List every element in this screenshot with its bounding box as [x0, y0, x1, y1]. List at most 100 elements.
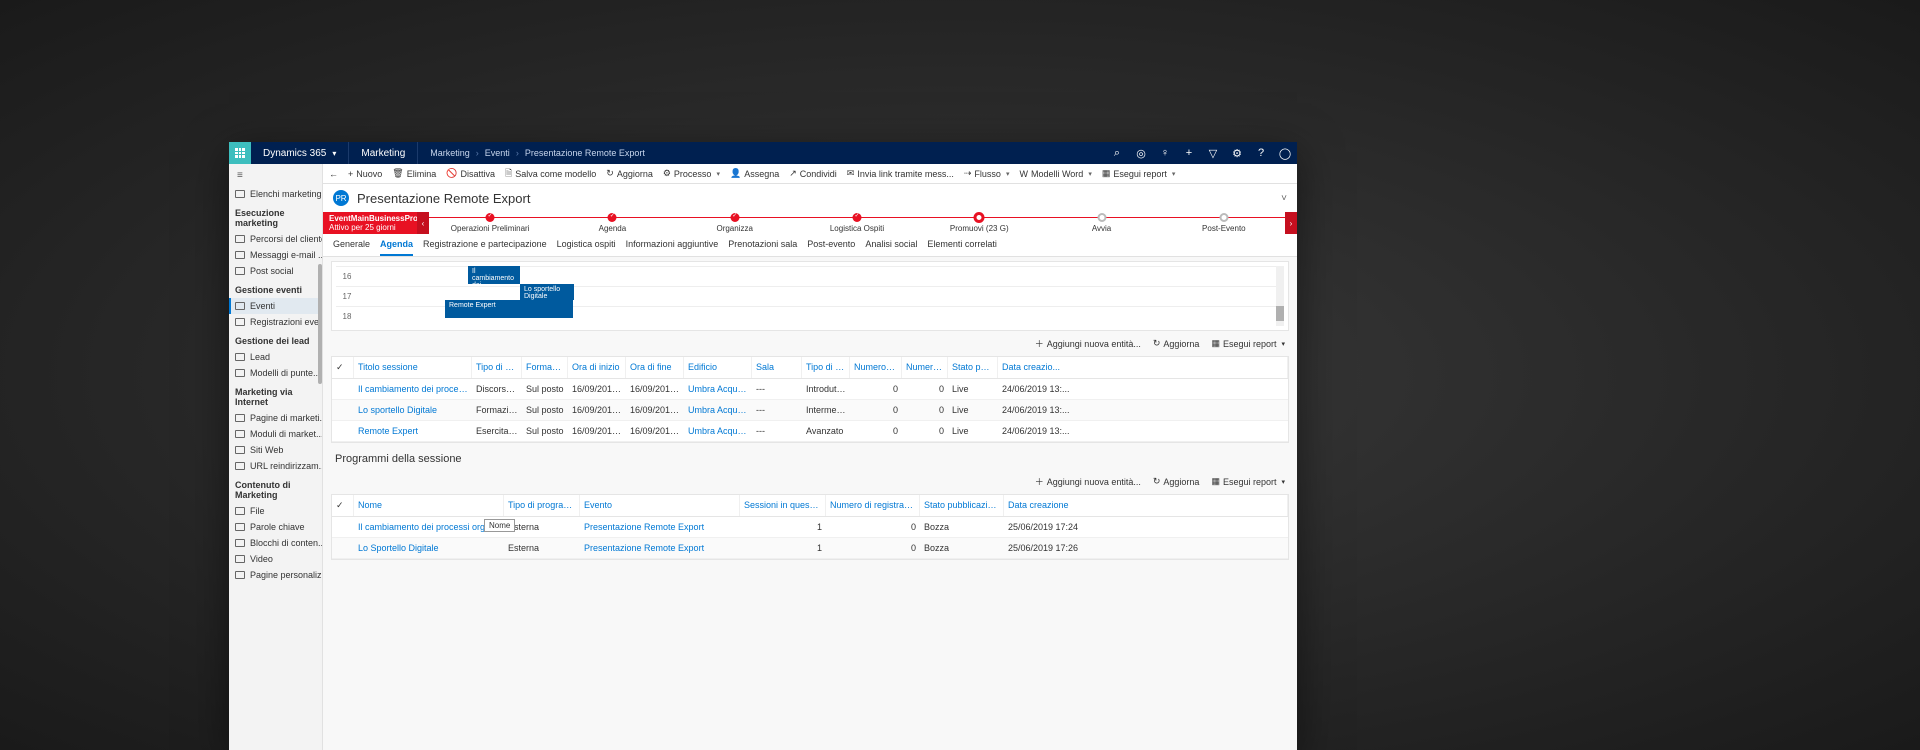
column-header[interactable]: Numero ... — [902, 357, 948, 378]
column-header[interactable]: Edificio — [684, 357, 752, 378]
sidebar-item[interactable]: Elenchi marketing — [229, 186, 322, 202]
command-button[interactable]: 👤Assegna — [730, 168, 779, 179]
form-tab[interactable]: Logistica ospiti — [557, 234, 616, 256]
column-header[interactable]: Tipo di p... — [802, 357, 850, 378]
command-button[interactable]: 🚫Disattiva — [446, 168, 495, 179]
form-tab[interactable]: Elementi correlati — [927, 234, 997, 256]
cell-name[interactable]: Lo Sportello Digitale — [354, 538, 504, 558]
sidebar-item[interactable]: URL reindirizzam... — [229, 458, 322, 474]
bpf-stage[interactable]: Promuovi (23 G) — [918, 212, 1040, 234]
column-header[interactable]: Tipo di s... — [472, 357, 522, 378]
table-row[interactable]: Il cambiamento dei processi organizzativ… — [332, 379, 1288, 400]
sidebar-toggle[interactable]: ≡ — [229, 164, 322, 186]
bpf-stage[interactable]: Operazioni Preliminari — [429, 212, 551, 234]
sidebar-item[interactable]: Lead — [229, 349, 322, 365]
table-row[interactable]: Remote Expert Esercitazion... Sul posto … — [332, 421, 1288, 442]
cell-event[interactable]: Presentazione Remote Export — [580, 538, 740, 558]
column-header[interactable]: Evento — [580, 495, 740, 516]
bpf-prev[interactable]: ‹ — [417, 212, 429, 234]
sidebar-item[interactable]: Percorsi del cliente — [229, 231, 322, 247]
bpf-label[interactable]: EventMainBusinessProce... Attivo per 25 … — [323, 212, 417, 234]
app-launcher[interactable] — [229, 142, 251, 164]
command-button[interactable]: ▦Esegui report — [1102, 168, 1176, 179]
add-new-button[interactable]: ＋Aggiungi nuova entità... — [1035, 475, 1141, 488]
table-row[interactable]: Il cambiamento dei processi organizzativ… — [332, 517, 1288, 538]
row-checkbox[interactable] — [332, 517, 354, 537]
column-header[interactable]: Stato pubblicazione — [920, 495, 1004, 516]
sidebar-item[interactable]: Siti Web — [229, 442, 322, 458]
sidebar-item[interactable]: Blocchi di conten... — [229, 535, 322, 551]
command-button[interactable]: ← — [329, 169, 338, 179]
bpf-stage[interactable]: Agenda — [551, 212, 673, 234]
column-header[interactable]: Nome — [354, 495, 504, 516]
command-button[interactable]: ↗Condividi — [789, 168, 837, 179]
column-header[interactable]: Sessioni in questo pr... — [740, 495, 826, 516]
command-button[interactable]: ⚙Processo — [663, 168, 720, 179]
command-button[interactable]: ✉Invia link tramite mess... — [847, 168, 954, 179]
breadcrumb-item[interactable]: Marketing — [430, 148, 470, 158]
sidebar-item[interactable]: Moduli di market... — [229, 426, 322, 442]
column-header[interactable]: Ora di inizio — [568, 357, 626, 378]
calendar-scrollbar[interactable] — [1276, 266, 1284, 326]
task-icon[interactable]: ◎ — [1129, 142, 1153, 164]
cell-event[interactable]: Presentazione Remote Export — [580, 517, 740, 537]
filter-icon[interactable]: ▽ — [1201, 142, 1225, 164]
select-all-checkbox[interactable]: ✓ — [332, 357, 354, 378]
sidebar-item[interactable]: Modelli di punte... — [229, 365, 322, 381]
cell-name[interactable]: Il cambiamento dei processi organizzativ… — [354, 517, 504, 537]
table-row[interactable]: Lo Sportello Digitale Esterna Presentazi… — [332, 538, 1288, 559]
sidebar-item[interactable]: Post social — [229, 263, 322, 279]
column-header[interactable]: Ora di fine — [626, 357, 684, 378]
column-header[interactable]: Numero di r... — [850, 357, 902, 378]
scrollbar-thumb[interactable] — [318, 264, 322, 384]
sidebar-item[interactable]: Messaggi e-mail ... — [229, 247, 322, 263]
assistant-icon[interactable]: ♀ — [1153, 142, 1177, 164]
bpf-stage[interactable]: Post-Evento — [1163, 212, 1285, 234]
cell-title[interactable]: Il cambiamento dei processi organizzativ… — [354, 379, 472, 399]
bpf-stage[interactable]: Avvia — [1040, 212, 1162, 234]
form-tab[interactable]: Registrazione e partecipazione — [423, 234, 547, 256]
form-tab[interactable]: Informazioni aggiuntive — [626, 234, 719, 256]
refresh-button[interactable]: ↻Aggiorna — [1153, 475, 1200, 488]
settings-icon[interactable]: ⚙ — [1225, 142, 1249, 164]
column-header[interactable]: Titolo sessione — [354, 357, 472, 378]
form-tab[interactable]: Prenotazioni sala — [728, 234, 797, 256]
command-button[interactable]: WModelli Word — [1019, 169, 1091, 179]
row-checkbox[interactable] — [332, 379, 354, 399]
select-all-checkbox[interactable]: ✓ — [332, 495, 354, 516]
row-checkbox[interactable] — [332, 538, 354, 558]
help-icon[interactable]: ? — [1249, 142, 1273, 164]
command-button[interactable]: 🗎Salva come modello — [505, 166, 596, 182]
sidebar-item[interactable]: Video — [229, 551, 322, 567]
command-button[interactable]: ⇢Flusso — [964, 168, 1010, 179]
column-header[interactable]: Stato pu... — [948, 357, 998, 378]
form-tab[interactable]: Generale — [333, 234, 370, 256]
row-checkbox[interactable] — [332, 421, 354, 441]
refresh-button[interactable]: ↻Aggiorna — [1153, 337, 1200, 350]
row-checkbox[interactable] — [332, 400, 354, 420]
add-new-button[interactable]: ＋Aggiungi nuova entità... — [1035, 337, 1141, 350]
calendar-event[interactable]: Lo sportello Digitale — [520, 284, 574, 300]
column-header[interactable]: Data creazio... — [998, 357, 1288, 378]
search-icon[interactable]: ⌕ — [1105, 142, 1129, 164]
brand[interactable]: Dynamics 365▾ — [251, 142, 349, 164]
cell-building[interactable]: Umbra Acque - Città... — [684, 421, 752, 441]
user-icon[interactable]: ◯ — [1273, 142, 1297, 164]
cell-title[interactable]: Lo sportello Digitale — [354, 400, 472, 420]
column-header[interactable]: Data creazione — [1004, 495, 1288, 516]
bpf-stage[interactable]: Organizza — [674, 212, 796, 234]
sidebar-item[interactable]: Pagine personaliz... — [229, 567, 322, 583]
form-tab[interactable]: Analisi social — [865, 234, 917, 256]
bpf-stage[interactable]: Logistica Ospiti — [796, 212, 918, 234]
sidebar-item[interactable]: Registrazioni eve... — [229, 314, 322, 330]
cell-title[interactable]: Remote Expert — [354, 421, 472, 441]
bpf-next[interactable]: › — [1285, 212, 1297, 234]
calendar-event[interactable]: Remote Expert — [445, 300, 573, 318]
command-button[interactable]: 🗑Elimina — [392, 168, 436, 179]
run-report-button[interactable]: ▦Esegui report — [1211, 337, 1285, 350]
table-row[interactable]: Lo sportello Digitale Formazione Sul pos… — [332, 400, 1288, 421]
sidebar-item[interactable]: Pagine di marketi... — [229, 410, 322, 426]
cell-building[interactable]: Umbra Acque - Città... — [684, 400, 752, 420]
sidebar-item[interactable]: Parole chiave — [229, 519, 322, 535]
breadcrumb-item[interactable]: Eventi — [485, 148, 510, 158]
